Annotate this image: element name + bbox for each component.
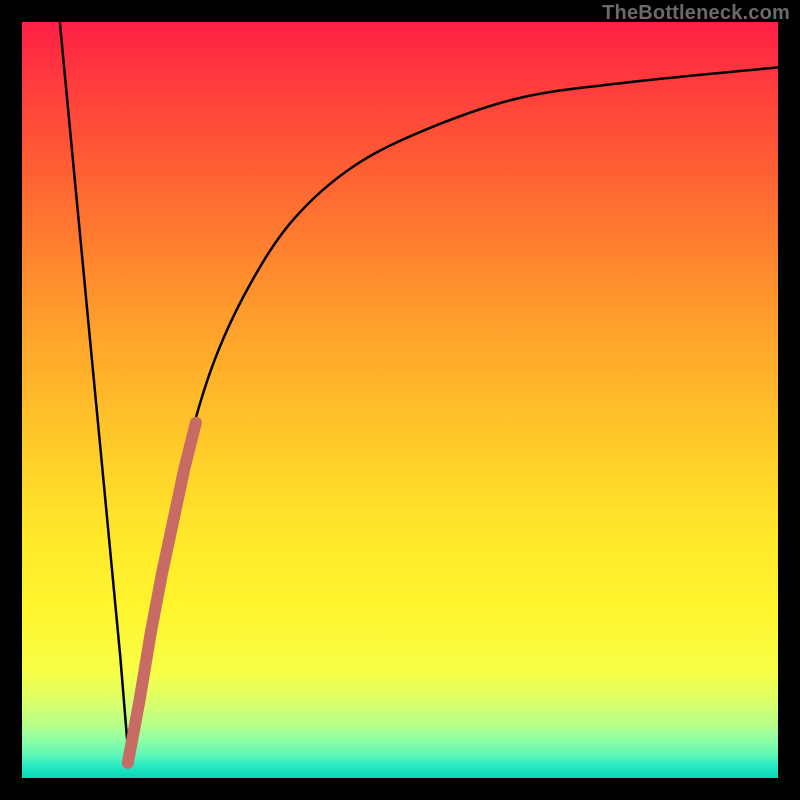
chart-frame: TheBottleneck.com — [0, 0, 800, 800]
highlight-segment — [128, 423, 196, 763]
plot-area — [22, 22, 778, 778]
black-curve — [60, 22, 778, 763]
curve-layer — [22, 22, 778, 778]
watermark-text: TheBottleneck.com — [602, 2, 790, 25]
